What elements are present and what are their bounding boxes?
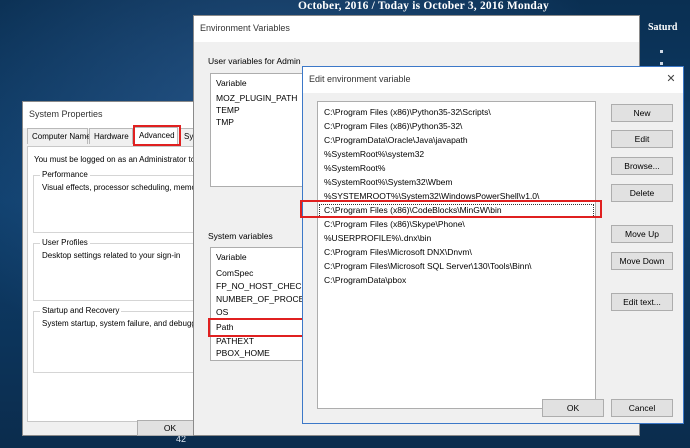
startup-recovery-group: Startup and Recovery System startup, sys…	[33, 306, 204, 373]
edit-environment-variable-window: Edit environment variable ✕ C:\Program F…	[300, 66, 684, 424]
system-variables-list[interactable]: Variable ComSpec FP_NO_HOST_CHECK NUMBER…	[210, 247, 310, 361]
path-entry[interactable]: C:\ProgramData\pbox	[324, 274, 406, 287]
list-item[interactable]: ComSpec	[216, 267, 253, 279]
environment-variables-titlebar[interactable]: Environment Variables	[194, 16, 639, 42]
list-header[interactable]: Variable	[216, 77, 247, 89]
path-entry[interactable]: C:\Program Files\Microsoft DNX\Dnvm\	[324, 246, 472, 259]
user-profiles-group: User Profiles Desktop settings related t…	[33, 238, 204, 301]
path-highlight	[208, 318, 316, 337]
path-entry[interactable]: C:\Program Files (x86)\Python35-32\Scrip…	[324, 106, 491, 119]
window-title: Environment Variables	[200, 23, 290, 33]
tab-hardware[interactable]: Hardware	[89, 128, 133, 144]
list-item[interactable]: TEMP	[216, 104, 240, 116]
group-title: Performance	[40, 170, 90, 179]
path-entry[interactable]: %SystemRoot%\system32	[324, 148, 424, 161]
list-item[interactable]: TMP	[216, 116, 234, 128]
path-entry[interactable]: C:\Program Files (x86)\Python35-32\	[324, 120, 462, 133]
path-entry[interactable]: %SystemRoot%	[324, 162, 385, 175]
move-up-button[interactable]: Move Up	[611, 225, 673, 243]
edit-env-titlebar[interactable]: Edit environment variable ✕	[303, 67, 683, 93]
list-item[interactable]: MOZ_PLUGIN_PATH	[216, 92, 297, 104]
advanced-tab-highlight	[133, 125, 181, 146]
path-entry[interactable]: C:\Program Files (x86)\Skype\Phone\	[324, 218, 465, 231]
new-button[interactable]: New	[611, 104, 673, 122]
window-title: Edit environment variable	[309, 74, 411, 84]
delete-button[interactable]: Delete	[611, 184, 673, 202]
move-down-button[interactable]: Move Down	[611, 252, 673, 270]
ok-button[interactable]: OK	[542, 399, 604, 417]
list-header[interactable]: Variable	[216, 251, 247, 263]
calendar-marker	[660, 62, 663, 65]
advanced-panel: You must be logged on as an Administrato…	[27, 146, 204, 422]
path-entries-list[interactable]: C:\Program Files (x86)\Python35-32\Scrip…	[317, 101, 596, 409]
edit-button[interactable]: Edit	[611, 130, 673, 148]
performance-group: Performance Visual effects, processor sc…	[33, 170, 204, 233]
browse-button[interactable]: Browse...	[611, 157, 673, 175]
path-entry[interactable]: %SystemRoot%\System32\Wbem	[324, 176, 452, 189]
selected-entry-highlight	[300, 200, 602, 218]
system-variables-label: System variables	[208, 231, 273, 241]
group-title: User Profiles	[40, 238, 90, 247]
tab-computer-name[interactable]: Computer Name	[27, 128, 91, 144]
cancel-button[interactable]: Cancel	[611, 399, 673, 417]
group-title: Startup and Recovery	[40, 306, 122, 315]
path-entry[interactable]: C:\Program Files\Microsoft SQL Server\13…	[324, 260, 532, 273]
path-entry[interactable]: %USERPROFILE%\.dnx\bin	[324, 232, 431, 245]
path-entry[interactable]: C:\ProgramData\Oracle\Java\javapath	[324, 134, 468, 147]
user-variables-list[interactable]: Variable MOZ_PLUGIN_PATH TEMP TMP	[210, 73, 310, 187]
group-description: System startup, system failure, and debu…	[42, 319, 198, 328]
group-description: Visual effects, processor scheduling, me…	[42, 183, 199, 192]
calendar-banner: October, 2016 / Today is October 3, 2016…	[298, 0, 549, 12]
list-item[interactable]: OS	[216, 306, 228, 318]
list-item[interactable]: PBOX_HOME	[216, 347, 270, 359]
window-title: System Properties	[29, 109, 103, 119]
list-item[interactable]: NUMBER_OF_PROCESS	[216, 293, 309, 305]
close-icon[interactable]: ✕	[665, 73, 677, 85]
group-description: Desktop settings related to your sign-in	[42, 251, 181, 260]
user-variables-label: User variables for Admin	[208, 56, 301, 66]
edit-text-button[interactable]: Edit text...	[611, 293, 673, 311]
system-properties-window: System Properties Computer Name Hardware…	[22, 101, 209, 436]
admin-note: You must be logged on as an Administrato…	[34, 155, 196, 164]
list-item[interactable]: FP_NO_HOST_CHECK	[216, 280, 307, 292]
calendar-day-header: Saturd	[648, 22, 678, 33]
calendar-marker	[660, 50, 663, 53]
